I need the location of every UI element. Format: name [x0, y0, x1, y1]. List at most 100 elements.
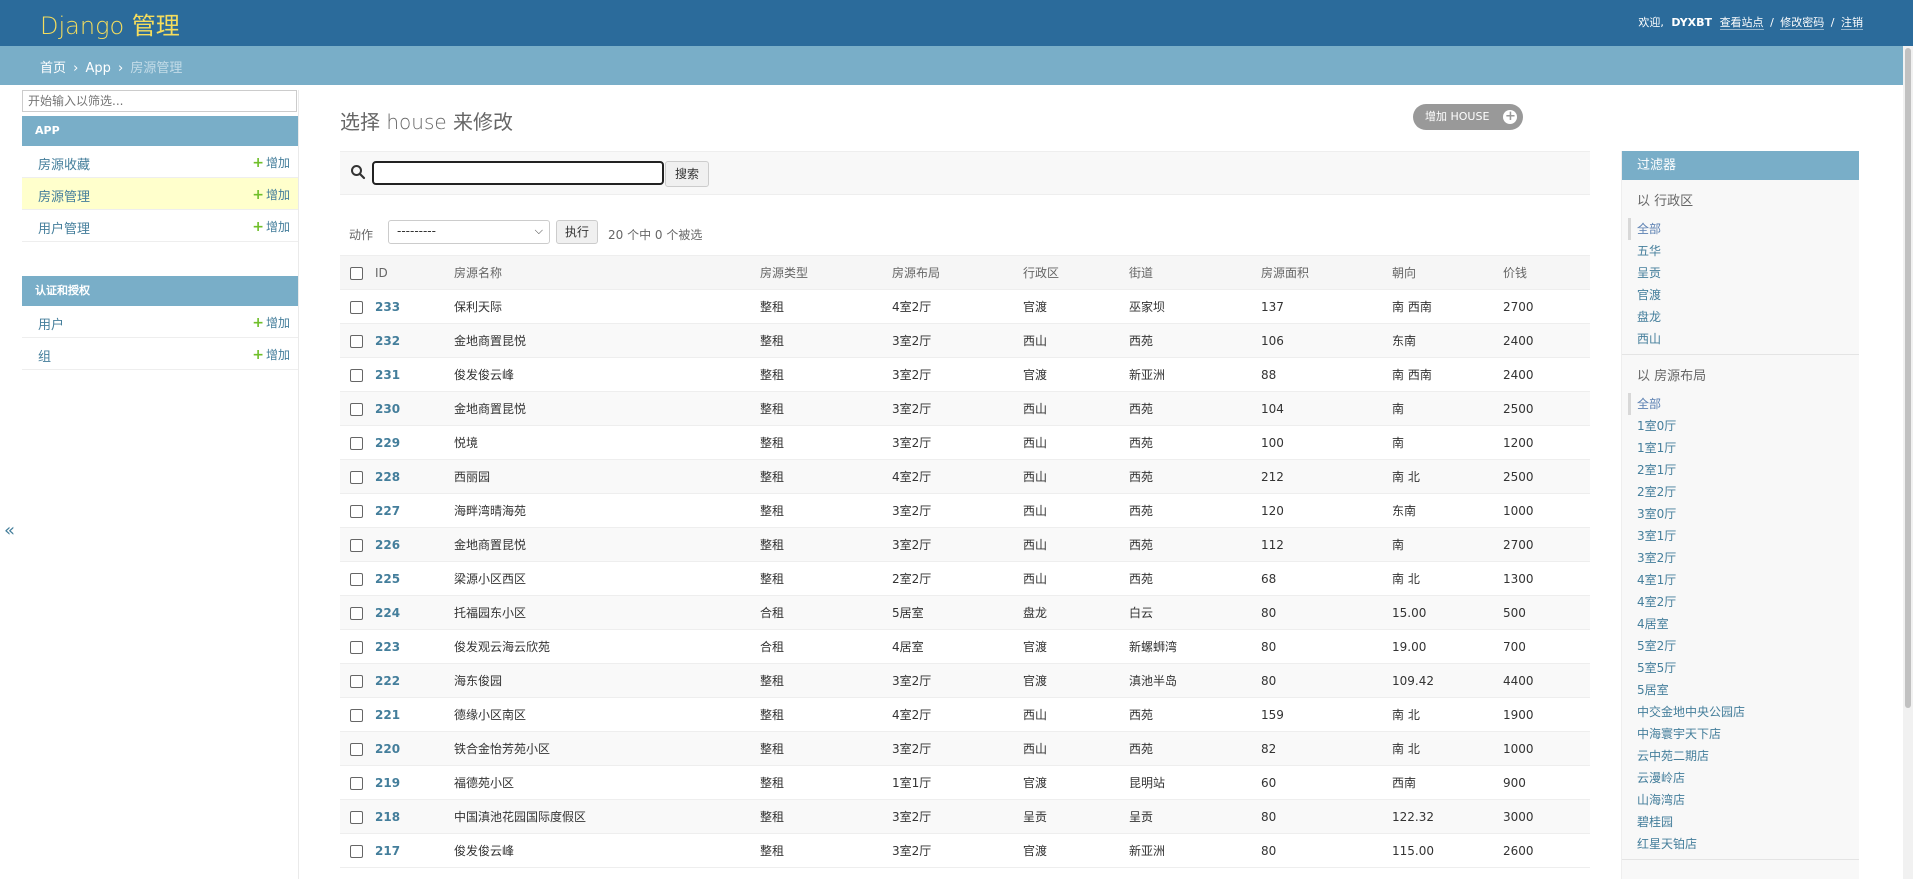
filter-option[interactable]: 全部: [1628, 218, 1844, 240]
add-link[interactable]: + 增加: [252, 154, 290, 171]
page-scrollbar[interactable]: [1903, 46, 1913, 879]
row-checkbox[interactable]: [350, 368, 363, 382]
sidebar-item-label[interactable]: 房源管理: [38, 186, 90, 205]
filter-option[interactable]: 官渡: [1637, 284, 1844, 306]
search-button[interactable]: 搜索: [665, 161, 709, 187]
row-checkbox[interactable]: [350, 334, 363, 348]
row-checkbox[interactable]: [350, 504, 363, 518]
filter-option[interactable]: 3室0厅: [1637, 503, 1844, 525]
row-checkbox[interactable]: [350, 300, 363, 314]
select-all-checkbox[interactable]: [350, 266, 363, 280]
sidebar-item-label[interactable]: 组: [38, 346, 51, 365]
view-site-link[interactable]: 查看站点: [1719, 16, 1764, 30]
sidebar-item-label[interactable]: 用户: [38, 314, 64, 333]
row-checkbox[interactable]: [350, 674, 363, 688]
row-checkbox[interactable]: [350, 810, 363, 824]
filter-option[interactable]: 五华: [1637, 240, 1844, 262]
run-action-button[interactable]: 执行: [556, 220, 598, 244]
add-link[interactable]: + 增加: [252, 346, 290, 363]
row-id-link[interactable]: 232: [371, 323, 454, 358]
row-id-link[interactable]: 224: [371, 595, 454, 630]
row-id-link[interactable]: 233: [371, 289, 454, 324]
row-checkbox[interactable]: [350, 742, 363, 756]
filter-option[interactable]: 1室0厅: [1637, 415, 1844, 437]
filter-option[interactable]: 3室2厅: [1637, 547, 1844, 569]
row-id-link[interactable]: 220: [371, 731, 454, 766]
filter-option[interactable]: 4室1厅: [1637, 569, 1844, 591]
search-input[interactable]: [372, 161, 664, 185]
row-id-link[interactable]: 218: [371, 799, 454, 834]
toggle-sidebar-button[interactable]: «: [4, 520, 15, 541]
row-id-link[interactable]: 221: [371, 697, 454, 732]
column-header[interactable]: 朝向: [1392, 255, 1503, 290]
row-checkbox[interactable]: [350, 708, 363, 722]
column-header[interactable]: 街道: [1129, 255, 1261, 290]
module-caption-app[interactable]: APP: [22, 116, 298, 146]
row-id-link[interactable]: 225: [371, 561, 454, 596]
filter-option[interactable]: 山海湾店: [1637, 789, 1844, 811]
site-name-link[interactable]: Django 管理: [40, 6, 180, 41]
row-select-cell: [340, 595, 371, 630]
filter-option[interactable]: 2室2厅: [1637, 481, 1844, 503]
column-header[interactable]: 房源类型: [760, 255, 892, 290]
row-id-link[interactable]: 219: [371, 765, 454, 800]
row-checkbox[interactable]: [350, 436, 363, 450]
filter-option[interactable]: 全部: [1628, 393, 1844, 415]
filter-option[interactable]: 1室1厅: [1637, 437, 1844, 459]
column-header[interactable]: ID: [371, 255, 454, 290]
filter-option[interactable]: 2室1厅: [1637, 459, 1844, 481]
filter-option[interactable]: 盘龙: [1637, 306, 1844, 328]
filter-option[interactable]: 4室2厅: [1637, 591, 1844, 613]
filter-option[interactable]: 5室2厅: [1637, 635, 1844, 657]
sidebar-item-label[interactable]: 用户管理: [38, 218, 90, 237]
row-checkbox[interactable]: [350, 606, 363, 620]
row-checkbox[interactable]: [350, 844, 363, 858]
column-header[interactable]: 房源面积: [1261, 255, 1392, 290]
logout-link[interactable]: 注销: [1841, 16, 1863, 30]
column-header[interactable]: 房源布局: [892, 255, 1023, 290]
row-checkbox[interactable]: [350, 402, 363, 416]
row-checkbox[interactable]: [350, 470, 363, 484]
filter-option[interactable]: 5室5厅: [1637, 657, 1844, 679]
row-checkbox[interactable]: [350, 538, 363, 552]
sidebar-item-label[interactable]: 房源收藏: [38, 154, 90, 173]
filter-option[interactable]: 中交金地中央公园店: [1637, 701, 1844, 723]
column-header[interactable]: 价钱: [1503, 255, 1590, 290]
row-id-link[interactable]: 223: [371, 629, 454, 664]
row-id-link[interactable]: 231: [371, 357, 454, 392]
column-header[interactable]: 行政区: [1023, 255, 1129, 290]
filter-option[interactable]: 3室1厅: [1637, 525, 1844, 547]
change-password-link[interactable]: 修改密码: [1780, 16, 1825, 30]
action-select[interactable]: --------- ⌵: [388, 220, 550, 244]
filter-option[interactable]: 红星天铂店: [1637, 833, 1844, 855]
column-header[interactable]: 房源名称: [454, 255, 760, 290]
row-checkbox[interactable]: [350, 776, 363, 790]
breadcrumb-home[interactable]: 首页: [40, 61, 66, 76]
sidebar-filter-input[interactable]: [22, 90, 297, 112]
row-id-link[interactable]: 228: [371, 459, 454, 494]
breadcrumb-app[interactable]: App: [86, 61, 111, 76]
table-cell: 西山: [1023, 697, 1129, 732]
row-checkbox[interactable]: [350, 640, 363, 654]
filter-option[interactable]: 云漫岭店: [1637, 767, 1844, 789]
filter-option[interactable]: 呈贡: [1637, 262, 1844, 284]
row-checkbox[interactable]: [350, 572, 363, 586]
add-link[interactable]: + 增加: [252, 218, 290, 235]
row-id-link[interactable]: 226: [371, 527, 454, 562]
add-house-button[interactable]: 增加 HOUSE +: [1413, 104, 1524, 130]
row-id-link[interactable]: 217: [371, 833, 454, 868]
add-link[interactable]: + 增加: [252, 186, 290, 203]
row-id-link[interactable]: 230: [371, 391, 454, 426]
row-id-link[interactable]: 229: [371, 425, 454, 460]
filter-option[interactable]: 西山: [1637, 328, 1844, 350]
row-id-link[interactable]: 227: [371, 493, 454, 528]
add-link[interactable]: + 增加: [252, 314, 290, 331]
filter-option[interactable]: 云中苑二期店: [1637, 745, 1844, 767]
filter-option[interactable]: 中海寰宇天下店: [1637, 723, 1844, 745]
filter-option[interactable]: 5居室: [1637, 679, 1844, 701]
filter-option[interactable]: 碧桂园: [1637, 811, 1844, 833]
row-id-link[interactable]: 222: [371, 663, 454, 698]
scrollbar-thumb[interactable]: [1905, 48, 1911, 708]
module-caption-auth[interactable]: 认证和授权: [22, 276, 298, 306]
filter-option[interactable]: 4居室: [1637, 613, 1844, 635]
